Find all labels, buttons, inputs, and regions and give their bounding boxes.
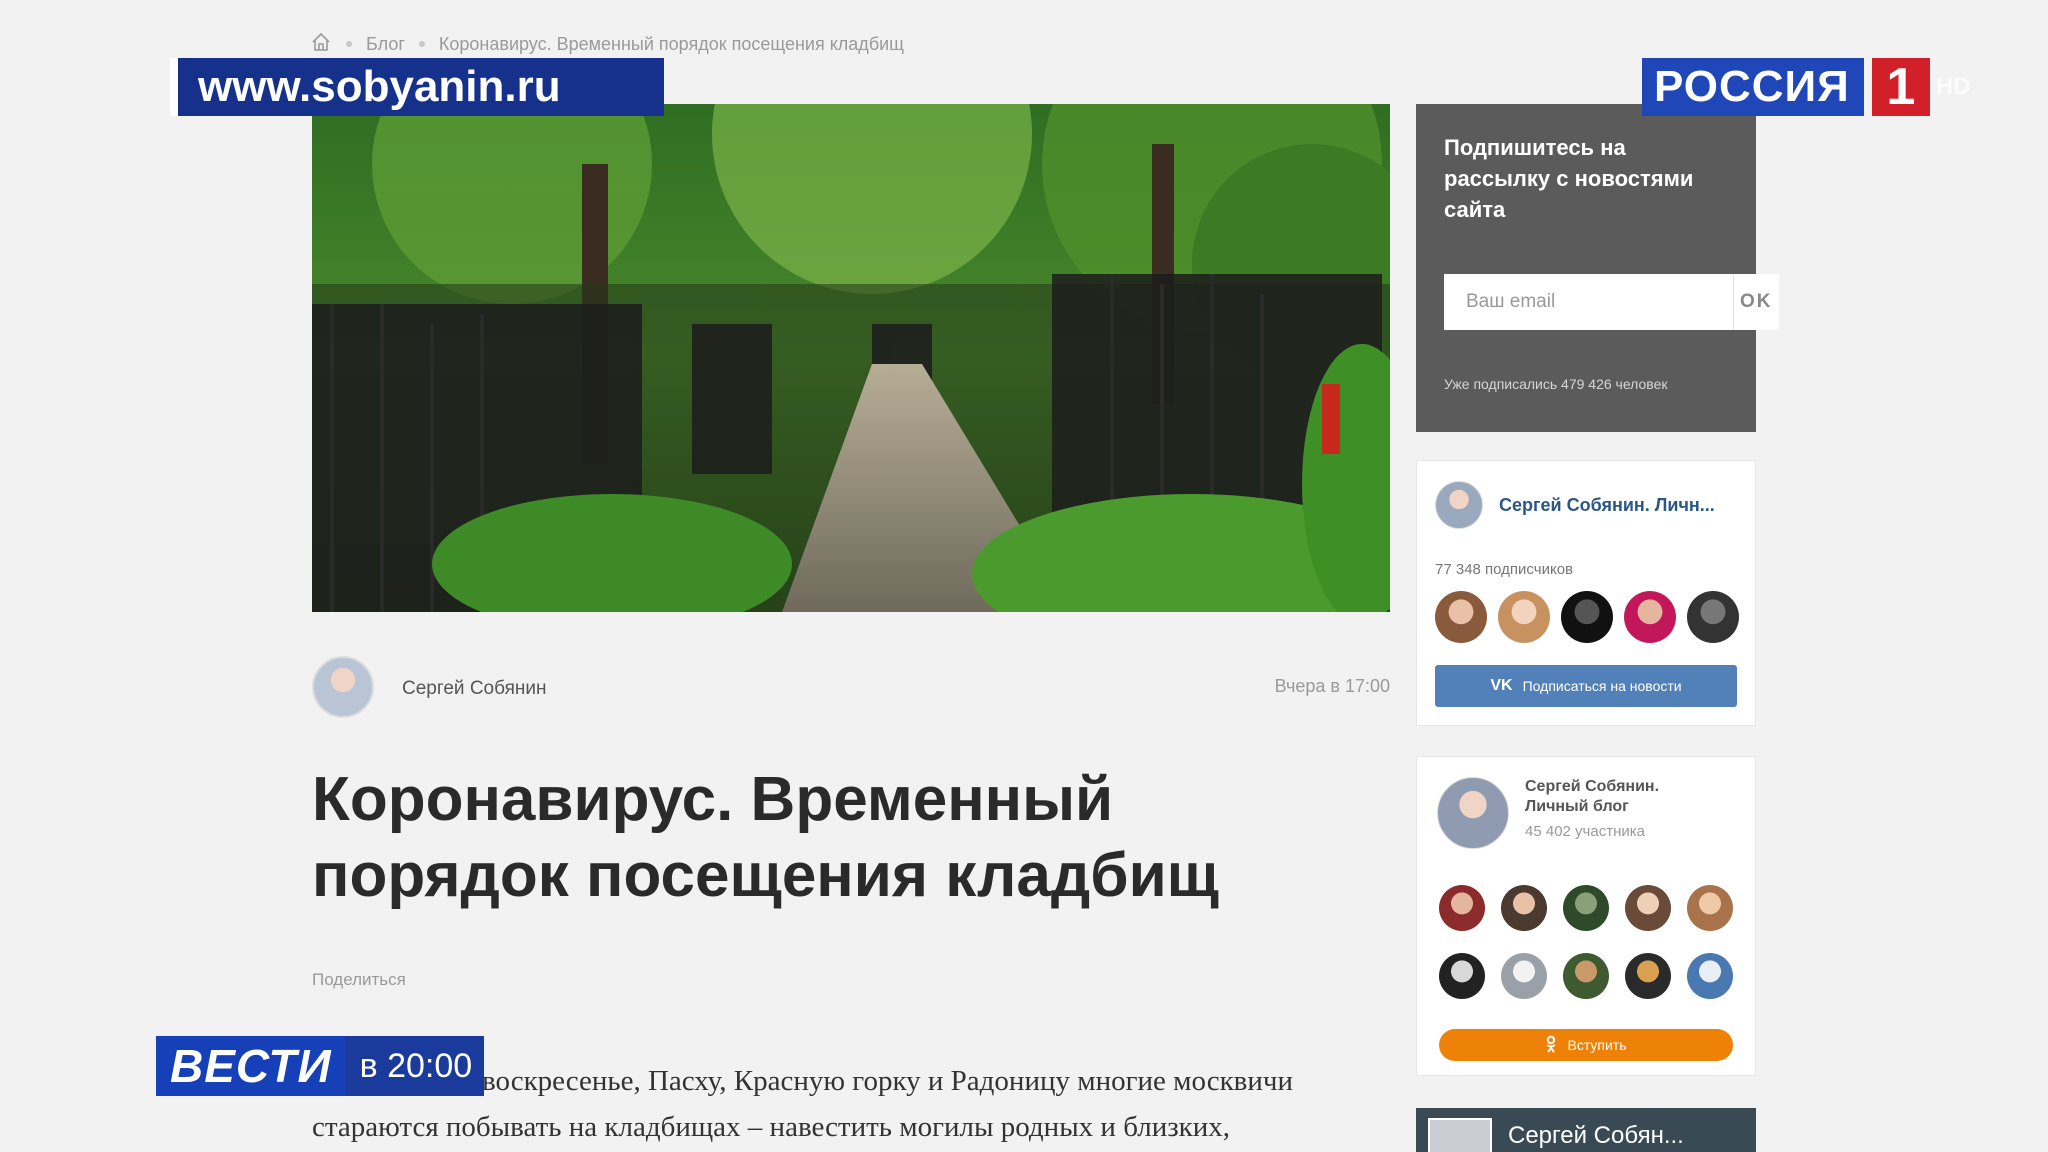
post-date: Вчера в 17:00 [1274,676,1390,696]
avatar[interactable] [1625,953,1671,999]
ok-join-button[interactable]: Вступить [1439,1029,1733,1061]
ok-member-avatars-row-2 [1439,953,1733,999]
article-hero-image [312,104,1390,612]
vk-subscribers-count: 77 348 подписчиков [1435,561,1574,578]
news-brand: ВЕСТИ [156,1036,346,1096]
vk-group-title[interactable]: Сергей Собянин. Личн... [1499,495,1715,516]
breadcrumb-blog-link[interactable]: Блог [366,34,405,55]
home-icon[interactable] [310,31,332,58]
ok-group-avatar[interactable] [1437,777,1509,849]
avatar[interactable] [1624,591,1676,643]
vk-group-avatar[interactable] [1435,481,1483,529]
avatar[interactable] [1435,591,1487,643]
channel-name: РОССИЯ [1642,58,1864,116]
subscribe-title: Подпишитесь на рассылку с новостями сайт… [1444,135,1694,222]
newsletter-subscribe-box: Подпишитесь на рассылку с новостями сайт… [1416,104,1779,432]
breadcrumb-separator [346,41,352,47]
hd-badge: HD [1935,73,1971,100]
subscriber-count: Уже подписались 479 426 человек [1444,376,1668,392]
author-avatar[interactable] [312,656,374,718]
fb-widget: Сергей Собян... [1416,1108,1756,1152]
vk-icon: VK [1490,677,1513,694]
site-url-overlay: www.sobyanin.ru [170,58,664,116]
ok-join-label: Вступить [1567,1037,1627,1053]
vk-subscriber-avatars [1435,591,1739,643]
author-row: Сергей Собянин Вчера в 17:00 [312,654,1390,720]
ok-members-count: 45 402 участника [1525,823,1645,840]
share-label[interactable]: Поделиться [312,970,406,990]
subscribe-form: OK [1444,274,1779,330]
news-program-overlay: ВЕСТИ в 20:00 [156,1036,484,1096]
avatar[interactable] [1498,591,1550,643]
avatar[interactable] [1687,885,1733,931]
ok-member-avatars-row-1 [1439,885,1733,931]
vk-widget: Сергей Собянин. Личн... 77 348 подписчик… [1416,460,1756,726]
ok-group-title[interactable]: Сергей Собянин. Личный блог [1525,777,1695,817]
avatar[interactable] [1561,591,1613,643]
avatar[interactable] [1501,885,1547,931]
vk-widget-header: Сергей Собянин. Личн... [1435,481,1715,529]
news-time: в 20:00 [359,1046,473,1085]
channel-logo: РОССИЯ 1 HD [1642,58,1970,116]
ok-widget-header: Сергей Собянин. Личный блог 45 402 участ… [1437,777,1695,849]
email-input[interactable] [1444,274,1733,330]
vk-subscribe-button[interactable]: VK Подписаться на новости [1435,665,1737,707]
breadcrumb: Блог Коронавирус. Временный порядок посе… [310,32,904,56]
breadcrumb-current: Коронавирус. Временный порядок посещения… [438,33,904,54]
fb-page-thumbnail[interactable] [1428,1118,1492,1152]
avatar[interactable] [1563,885,1609,931]
author-name[interactable]: Сергей Собянин [402,678,546,700]
subscribe-ok-button[interactable]: OK [1733,274,1779,330]
breadcrumb-separator [418,41,425,47]
avatar[interactable] [1563,953,1609,999]
avatar[interactable] [1687,591,1739,643]
odnoklassniki-icon [1545,1035,1557,1056]
avatar[interactable] [1439,953,1485,999]
vk-subscribe-label: Подписаться на новости [1522,678,1682,694]
avatar[interactable] [1687,953,1733,999]
article-title: Коронавирус. Временный порядок посещения… [312,765,1219,910]
fb-page-name[interactable]: Сергей Собян... [1508,1122,1684,1150]
avatar[interactable] [1501,953,1547,999]
avatar[interactable] [1439,885,1485,931]
avatar[interactable] [1625,885,1671,931]
ok-widget: Сергей Собянин. Личный блог 45 402 участ… [1416,756,1756,1076]
channel-number: 1 [1871,58,1930,116]
